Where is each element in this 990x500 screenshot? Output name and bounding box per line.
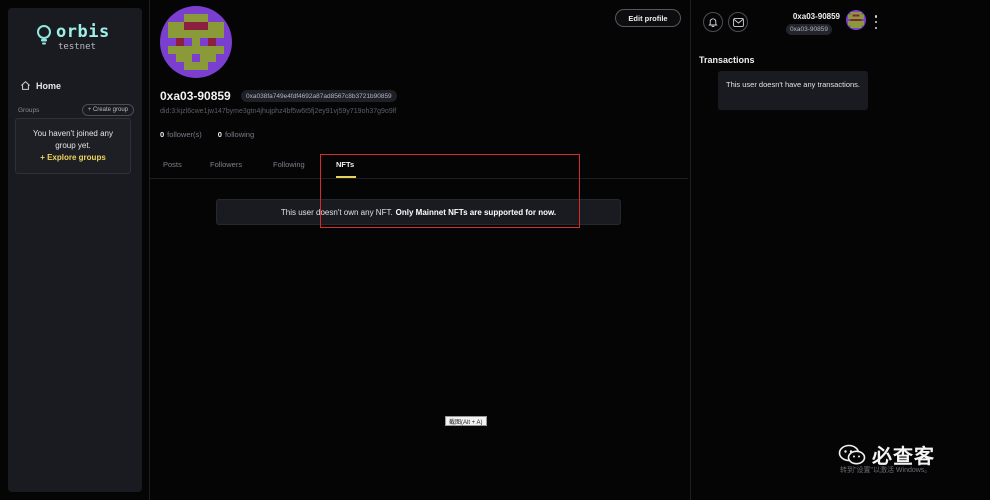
following-label: following <box>224 130 255 139</box>
profile-avatar <box>160 6 232 78</box>
create-group-button[interactable]: + Create group <box>81 104 134 116</box>
groups-label: Groups <box>18 106 40 114</box>
active-tab-indicator <box>336 176 356 178</box>
followers-count-link[interactable]: 0 follower(s) <box>160 130 202 139</box>
header-username: 0xa03-90859 <box>792 12 840 21</box>
home-icon <box>21 80 30 90</box>
header-user-chip[interactable]: 0xa03-90859 <box>786 24 832 35</box>
groups-empty-text: You haven't joined any group yet. <box>33 129 113 150</box>
nft-notice-bold: Only Mainnet NFTs are supported for now. <box>395 207 557 217</box>
profile-username: 0xa03-90859 <box>160 89 231 103</box>
nft-notice-text: This user doesn't own any NFT. <box>280 207 393 217</box>
tab-followers[interactable]: Followers <box>210 160 242 169</box>
followers-label: follower(s) <box>167 130 202 139</box>
mail-icon <box>732 17 744 27</box>
groups-header: Groups + Create group <box>18 104 134 116</box>
orbis-logo[interactable]: orbis testnet <box>36 24 110 52</box>
edit-profile-button[interactable]: Edit profile <box>615 9 681 27</box>
following-count-link[interactable]: 0 following <box>218 130 254 139</box>
bell-icon <box>708 18 718 27</box>
transactions-title: Transactions <box>699 55 755 65</box>
main-left-divider <box>149 0 150 500</box>
left-sidebar: orbis testnet Home Groups + Create group… <box>8 8 142 492</box>
bulb-logo-icon <box>36 24 52 46</box>
brand-env: testnet <box>58 42 96 52</box>
wechat-logo-icon <box>838 444 866 464</box>
profile-did: did:3:kjzl6cwe1jw147byme3gtn4jhujphz4bf5… <box>160 108 397 115</box>
messages-button[interactable] <box>728 12 748 32</box>
explore-groups-link[interactable]: + Explore groups <box>16 153 130 162</box>
groups-empty-box: You haven't joined any group yet. + Expl… <box>15 118 131 174</box>
sidebar-item-label: Home <box>36 80 62 91</box>
header-avatar[interactable] <box>846 10 866 30</box>
followers-count: 0 <box>160 130 165 139</box>
profile-tabs: Posts Followers Following NFTs <box>150 156 688 179</box>
following-count: 0 <box>217 130 222 139</box>
tab-posts[interactable]: Posts <box>163 160 182 169</box>
nft-empty-notice: This user doesn't own any NFT. Only Main… <box>216 199 621 225</box>
transactions-empty-box: This user doesn't have any transactions. <box>718 71 868 110</box>
sidebar-item-home[interactable]: Home <box>20 80 61 91</box>
main-right-divider <box>690 0 691 500</box>
wallet-address-chip[interactable]: 0xa038fa749e4fdf4692a87ad8567c8b3721b908… <box>241 90 397 102</box>
notifications-button[interactable] <box>703 12 723 32</box>
screenshot-tooltip: 截图(Alt + A) <box>445 416 487 426</box>
windows-activation-note: 转到"设置"以激活 Windows。 <box>840 467 932 474</box>
follow-counts: 0 follower(s) 0 following <box>160 130 254 139</box>
tab-nfts[interactable]: NFTs <box>336 160 354 169</box>
brand-name: orbis <box>56 22 110 42</box>
tab-following[interactable]: Following <box>273 160 305 169</box>
transactions-empty-text: This user doesn't have any transactions. <box>726 80 861 89</box>
kebab-menu-icon[interactable] <box>874 15 878 29</box>
